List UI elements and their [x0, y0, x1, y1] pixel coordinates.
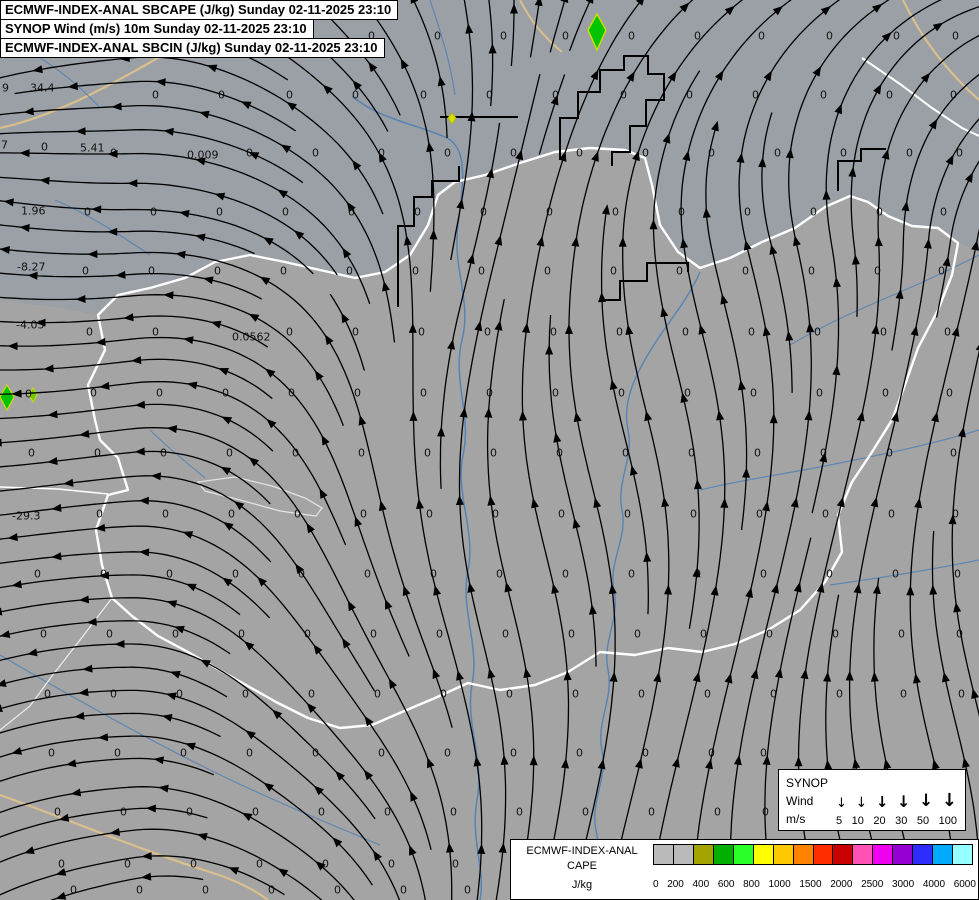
cape-color-cell — [713, 845, 734, 864]
wind-speed-value: 20 — [873, 815, 886, 827]
wind-legend-labels: SYNOP Wind m/s — [779, 770, 834, 830]
wind-legend-unit: m/s — [786, 812, 806, 826]
cape-tick-label: 1500 — [799, 878, 822, 890]
wind-speed-value: 50 — [916, 815, 930, 827]
cape-colorbar — [653, 844, 973, 865]
wind-legend: SYNOP Wind m/s ↓ ↓ ↓ ↓ ↓ ↓ 5 10 20 30 50 100 — [778, 769, 966, 831]
wind-speed-value: 100 — [938, 815, 957, 827]
cape-legend-top: ECMWF-INDEX-ANAL CAPE — [511, 840, 978, 874]
cape-color-cell — [833, 845, 854, 864]
cape-tick-label: 400 — [692, 878, 710, 890]
cape-tick-label: 2500 — [861, 878, 884, 890]
wind-speed-values: 5 10 20 30 50 100 — [836, 815, 957, 827]
cape-legend-bottom: J/kg 0 200 400 600 800 1000 1500 2000 2500 3000 40… — [511, 874, 978, 891]
map-title-line-3: ECMWF-INDEX-ANAL SBCIN (J/kg) Sunday 02-… — [0, 38, 385, 58]
map-title-box: ECMWF-INDEX-ANAL SBCAPE (J/kg) Sunday 02… — [0, 0, 399, 58]
cape-unit-label: J/kg — [571, 878, 593, 891]
cape-color-cell — [654, 845, 674, 864]
cape-tick-label: 600 — [717, 878, 735, 890]
cape-color-cell — [913, 845, 934, 864]
cape-color-cell — [893, 845, 914, 864]
cape-color-cell — [873, 845, 894, 864]
cape-legend-title-line1: ECMWF-INDEX-ANAL — [526, 845, 638, 857]
wind-speed-value: 30 — [895, 815, 908, 827]
wind-arrow-icon: ↓ — [875, 793, 889, 811]
wind-arrow-icon: ↓ — [897, 792, 911, 811]
cape-color-cell — [813, 845, 834, 864]
cape-color-cell — [753, 845, 774, 864]
cape-legend-title: ECMWF-INDEX-ANAL CAPE — [511, 840, 653, 874]
wind-arrow-icon: ↓ — [855, 795, 868, 811]
cape-color-cell — [793, 845, 814, 864]
cape-tick-label: 2000 — [830, 878, 853, 890]
cape-legend-title-line2: CAPE — [567, 859, 597, 872]
cape-tick-label: 1000 — [768, 878, 791, 890]
cape-color-cell — [853, 845, 874, 864]
map-title-line-2: SYNOP Wind (m/s) 10m Sunday 02-11-2025 2… — [0, 19, 314, 39]
wind-streamlines-layer — [0, 0, 979, 900]
cape-tick-labels: 0 200 400 600 800 1000 1500 2000 2500 3000 4000 600… — [653, 874, 976, 891]
wind-arrow-icon: ↓ — [919, 791, 934, 811]
cape-tick-label: 3000 — [891, 878, 915, 890]
cape-color-cell — [733, 845, 754, 864]
cape-tick-label: 0 — [653, 878, 659, 890]
streamlines — [0, 0, 979, 900]
cape-tick-label: 200 — [667, 878, 684, 890]
wind-legend-scale: ↓ ↓ ↓ ↓ ↓ ↓ 5 10 20 30 50 100 — [834, 770, 965, 830]
cape-tick-label: 800 — [743, 878, 760, 890]
wind-legend-title: SYNOP — [786, 776, 829, 790]
wind-speed-value: 5 — [836, 815, 843, 827]
cape-color-cell — [693, 845, 714, 864]
wind-arrow-icon: ↓ — [836, 796, 847, 811]
map-title-line-1: ECMWF-INDEX-ANAL SBCAPE (J/kg) Sunday 02… — [0, 0, 399, 20]
cape-legend: ECMWF-INDEX-ANAL CAPE J/kg 0 200 400 600 800… — [510, 839, 979, 900]
cape-color-cell — [933, 845, 954, 864]
cape-color-cell — [953, 845, 972, 864]
cape-tick-label: 4000 — [922, 878, 946, 890]
wind-speed-arrows: ↓ ↓ ↓ ↓ ↓ ↓ — [836, 772, 957, 811]
cape-tick-label: 6000 — [953, 878, 976, 890]
wind-legend-subtitle: Wind — [786, 794, 814, 808]
cape-color-cell — [773, 845, 794, 864]
weather-map-canvas: 0000000000000000000000000000000000000000… — [0, 0, 979, 900]
cape-color-cell — [673, 845, 694, 864]
wind-speed-value: 10 — [851, 815, 864, 827]
wind-arrow-icon: ↓ — [941, 790, 957, 811]
